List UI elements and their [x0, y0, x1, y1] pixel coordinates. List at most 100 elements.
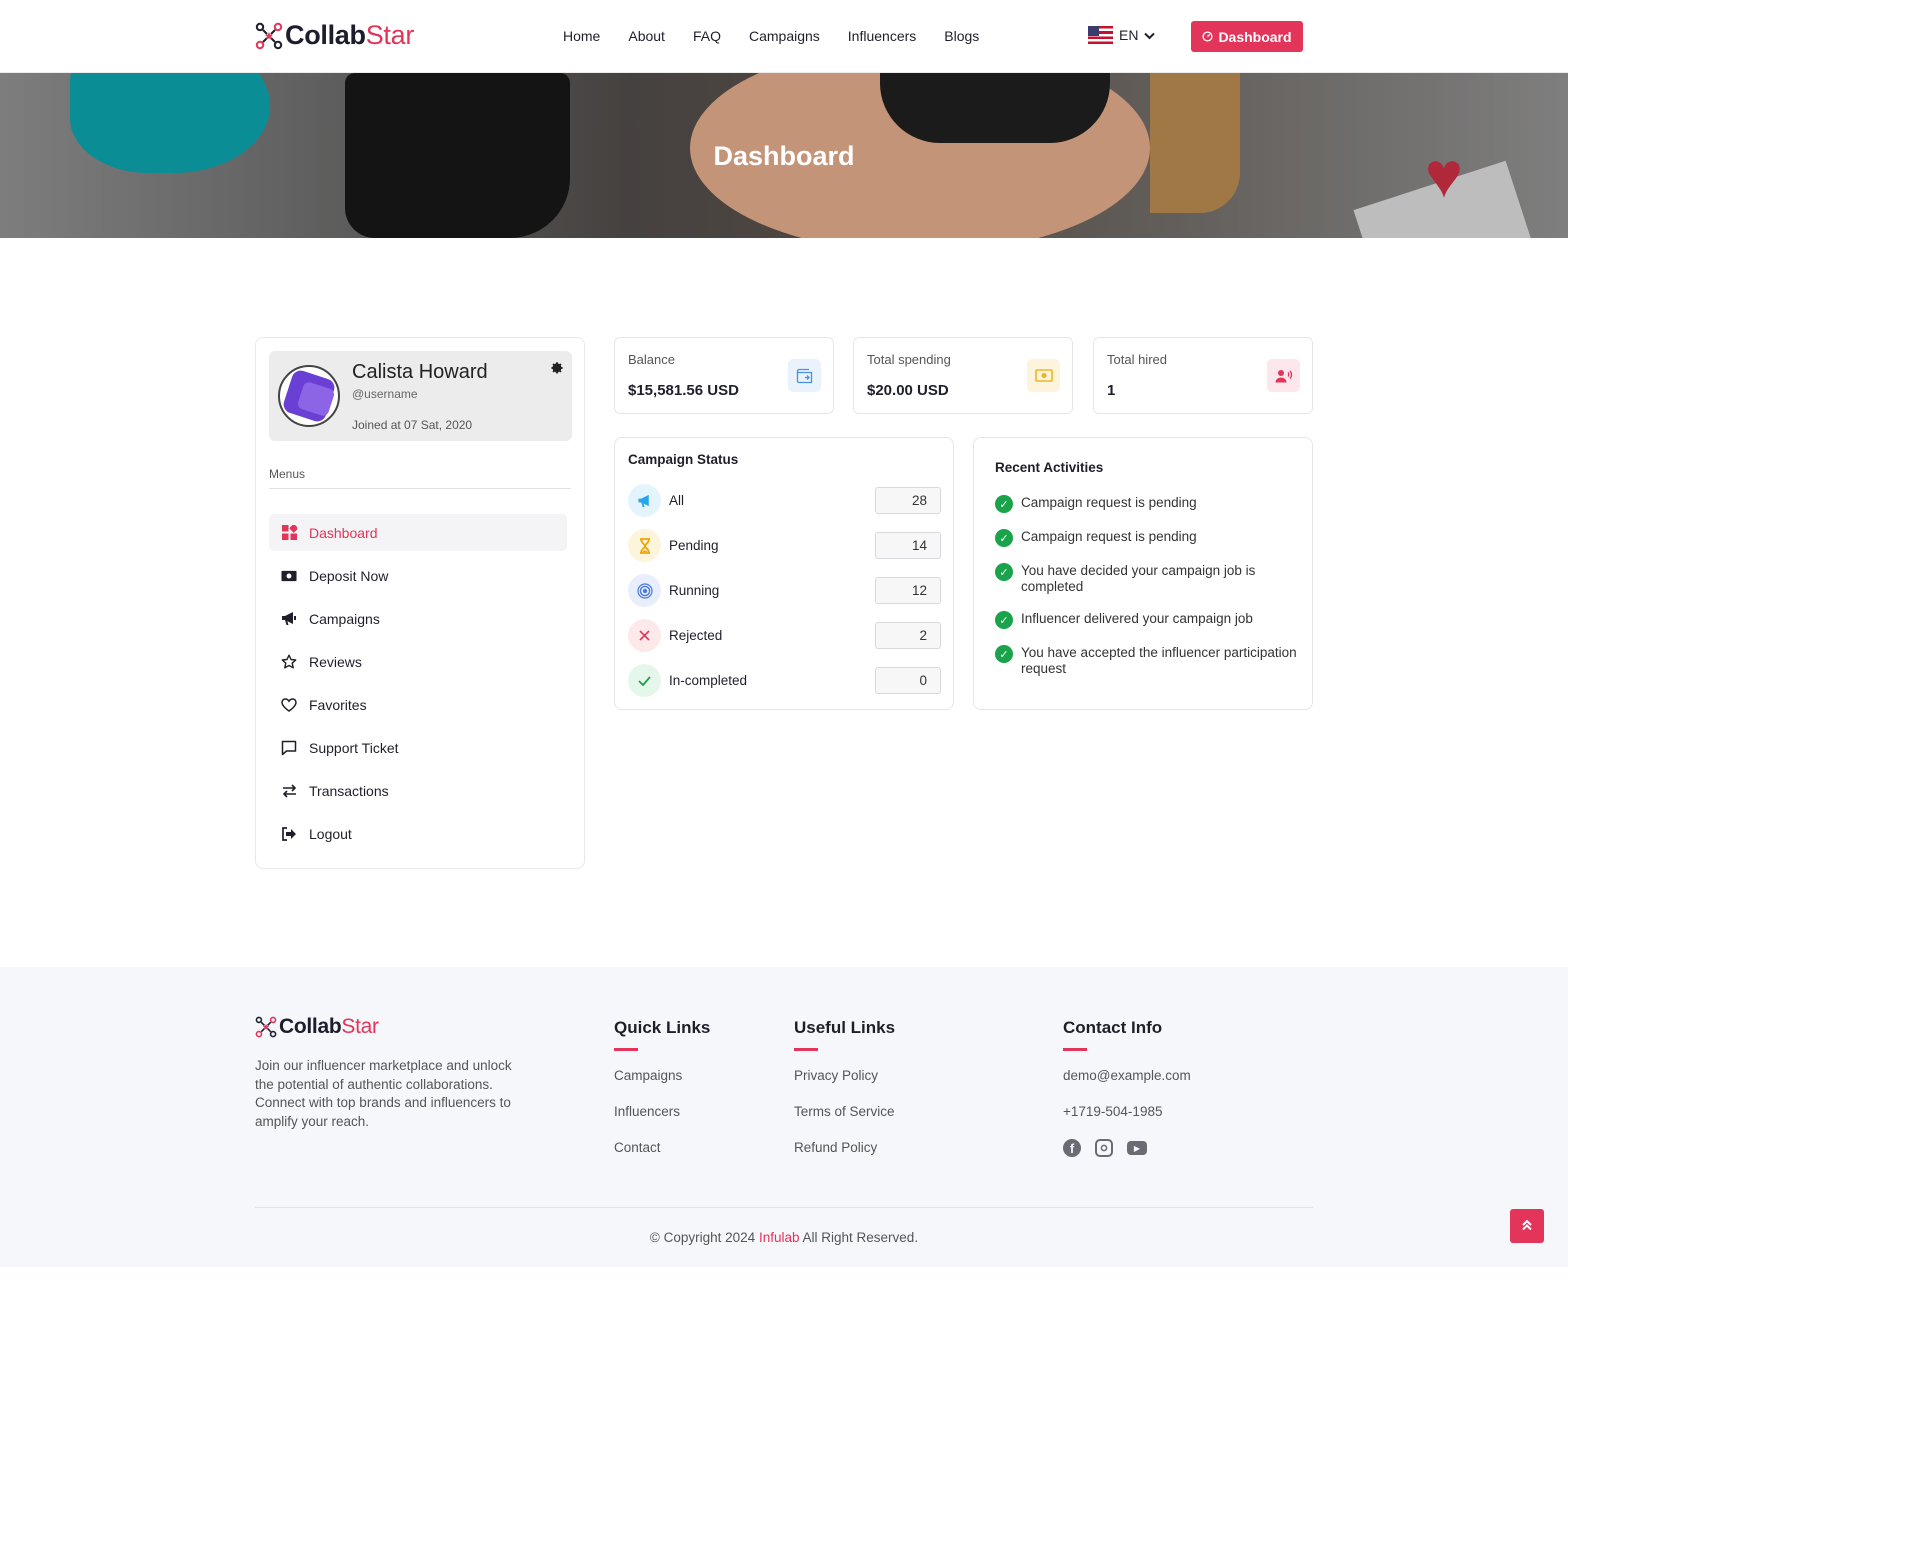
cash-icon [1027, 359, 1060, 392]
sidebar-item-transactions[interactable]: Transactions [269, 772, 567, 809]
megaphone-icon [281, 611, 297, 627]
nav-link-about[interactable]: About [614, 26, 679, 46]
scroll-to-top-button[interactable] [1510, 1209, 1544, 1243]
campaign-status-count: 28 [875, 487, 941, 514]
sidebar-item-label: Dashboard [309, 524, 378, 541]
exchange-arrows-icon [281, 783, 297, 799]
nav-link-home[interactable]: Home [549, 26, 614, 46]
collabstar-logo-icon [255, 1016, 277, 1038]
stat-card-balance: Balance $15,581.56 USD [614, 337, 834, 414]
footer-quick-links: Quick Links Campaigns Influencers Contac… [614, 1018, 710, 1175]
stat-card-total-spending: Total spending $20.00 USD [853, 337, 1073, 414]
brand-name-part2: Star [365, 20, 415, 50]
account-sidebar: Calista Howard @username Joined at 07 Sa… [255, 337, 585, 869]
sidebar-menu: Dashboard Deposit Now Campaigns Reviews … [269, 514, 567, 858]
activity-text: You have decided your campaign job is co… [1021, 563, 1256, 594]
profile-joined-date: Joined at 07 Sat, 2020 [352, 418, 473, 432]
nav-link-influencers[interactable]: Influencers [834, 26, 930, 46]
campaign-status-label: Pending [669, 538, 719, 553]
verified-check-icon: ✓ [995, 563, 1013, 581]
language-code: EN [1119, 27, 1139, 43]
nav-link-blogs[interactable]: Blogs [930, 26, 993, 46]
brand-logo[interactable]: Collab Star [255, 20, 414, 51]
footer-about-text: Join our influencer marketplace and unlo… [255, 1058, 512, 1129]
campaign-status-label: Running [669, 583, 720, 598]
sidebar-item-campaigns[interactable]: Campaigns [269, 600, 567, 637]
sidebar-item-logout[interactable]: Logout [269, 815, 567, 852]
campaign-status-row-all[interactable]: All 28 [628, 484, 941, 518]
facebook-icon[interactable]: f [1063, 1139, 1081, 1157]
instagram-icon[interactable] [1095, 1139, 1113, 1157]
social-links: f ▶ [1063, 1139, 1191, 1157]
activity-text: Influencer delivered your campaign job [1021, 611, 1253, 626]
wallet-icon [788, 359, 821, 392]
dashboard-button[interactable]: Dashboard [1191, 21, 1303, 52]
top-navbar: Collab Star Home About FAQ Campaigns Infl… [0, 0, 1568, 73]
us-flag-icon [1088, 26, 1113, 44]
megaphone-icon [628, 484, 661, 517]
star-icon [281, 654, 297, 670]
campaign-status-count: 14 [875, 532, 941, 559]
nav-link-faq[interactable]: FAQ [679, 26, 735, 46]
menus-heading: Menus [269, 467, 306, 481]
sidebar-item-label: Reviews [309, 653, 362, 670]
campaign-status-label: In-completed [669, 673, 748, 688]
footer-useful-links: Useful Links Privacy Policy Terms of Ser… [794, 1018, 895, 1175]
copyright-text: © Copyright 2024 Infulab All Right Reser… [0, 1230, 1568, 1245]
stat-label: Balance [628, 352, 675, 367]
footer-link-contact[interactable]: Contact [614, 1139, 710, 1175]
sidebar-item-label: Deposit Now [309, 567, 389, 584]
gear-icon[interactable] [550, 361, 564, 379]
broadcast-icon [628, 574, 661, 607]
recent-activities-title: Recent Activities [995, 460, 1104, 475]
page-title: Dashboard [713, 141, 855, 171]
verified-check-icon: ✓ [995, 495, 1013, 513]
footer-link-terms-of-service[interactable]: Terms of Service [794, 1103, 895, 1139]
hero-background-shape [880, 73, 1110, 143]
campaign-status-count: 0 [875, 667, 941, 694]
campaign-status-row-in-completed[interactable]: In-completed 0 [628, 664, 941, 698]
footer-link-refund-policy[interactable]: Refund Policy [794, 1139, 895, 1175]
campaign-status-row-rejected[interactable]: Rejected 2 [628, 619, 941, 653]
activity-item: ✓ Campaign request is pending [995, 495, 1300, 513]
activity-text: Campaign request is pending [1021, 495, 1197, 510]
copyright-brand-link[interactable]: Infulab [759, 1230, 800, 1245]
heart-icon [281, 697, 297, 713]
activity-text: You have accepted the influencer partici… [1021, 645, 1297, 676]
sidebar-item-deposit-now[interactable]: Deposit Now [269, 557, 567, 594]
footer-brand-logo[interactable]: Collab Star [255, 1015, 379, 1039]
gauge-icon [1202, 29, 1213, 45]
footer-contact-info: Contact Info demo@example.com +1719-504-… [1063, 1018, 1191, 1157]
nav-link-campaigns[interactable]: Campaigns [735, 26, 834, 46]
hourglass-icon [628, 529, 661, 562]
verified-check-icon: ✓ [995, 529, 1013, 547]
footer-link-influencers[interactable]: Influencers [614, 1103, 710, 1139]
sidebar-item-dashboard[interactable]: Dashboard [269, 514, 567, 551]
sidebar-item-support-ticket[interactable]: Support Ticket [269, 729, 567, 766]
money-bill-icon [281, 568, 297, 584]
youtube-icon[interactable]: ▶ [1127, 1141, 1147, 1155]
close-icon [628, 619, 661, 652]
sidebar-item-label: Transactions [309, 782, 389, 799]
footer-column-title: Useful Links [794, 1018, 896, 1037]
language-selector[interactable]: EN [1088, 26, 1156, 44]
sidebar-item-label: Support Ticket [309, 739, 399, 756]
footer-column-title: Contact Info [1063, 1018, 1163, 1037]
brand-name-part1: Collab [285, 20, 366, 50]
campaign-status-row-running[interactable]: Running 12 [628, 574, 941, 608]
footer-contact-email[interactable]: demo@example.com [1063, 1067, 1191, 1103]
sidebar-item-label: Logout [309, 825, 352, 842]
sidebar-item-favorites[interactable]: Favorites [269, 686, 567, 723]
dashboard-grid-icon [281, 525, 297, 541]
footer-contact-phone[interactable]: +1719-504-1985 [1063, 1103, 1191, 1139]
footer-link-campaigns[interactable]: Campaigns [614, 1067, 710, 1103]
campaign-status-row-pending[interactable]: Pending 14 [628, 529, 941, 563]
divider [1063, 1048, 1087, 1051]
footer-link-privacy-policy[interactable]: Privacy Policy [794, 1067, 895, 1103]
campaign-status-title: Campaign Status [628, 452, 739, 467]
stat-label: Total spending [867, 352, 951, 367]
divider [614, 1048, 638, 1051]
stat-value: $15,581.56 USD [628, 382, 739, 399]
sidebar-item-reviews[interactable]: Reviews [269, 643, 567, 680]
profile-name: Calista Howard [352, 361, 488, 383]
